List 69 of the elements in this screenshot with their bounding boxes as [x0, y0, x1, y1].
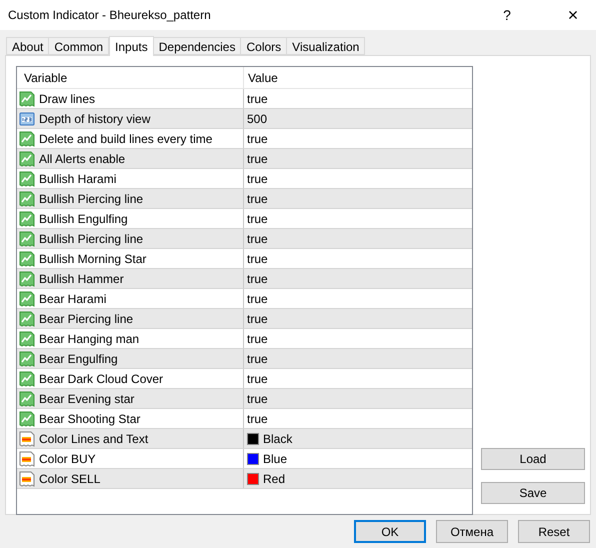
variable-name: Bear Evening star	[39, 390, 134, 408]
variable-name: Bear Hanging man	[39, 330, 140, 348]
chart-icon	[19, 270, 35, 286]
variable-name: Bear Harami	[39, 290, 106, 308]
value-cell[interactable]: true	[247, 330, 268, 348]
variable-name: Bullish Harami	[39, 170, 116, 188]
variable-name: Bear Shooting Star	[39, 410, 140, 428]
tab[interactable]: About	[6, 37, 50, 55]
variable-name: Draw lines	[39, 90, 96, 108]
value-cell[interactable]: true	[247, 250, 268, 268]
variable-name: Color BUY	[39, 450, 96, 468]
variable-name: Bullish Morning Star	[39, 250, 146, 268]
close-button[interactable]: ×	[550, 0, 596, 30]
palette-icon	[19, 470, 35, 486]
window-title: Custom Indicator - Bheurekso_pattern	[8, 7, 212, 24]
tab[interactable]: Inputs	[109, 36, 154, 56]
value-cell[interactable]: true	[247, 210, 268, 228]
value-cell[interactable]: true	[247, 270, 268, 288]
chart-icon	[19, 190, 35, 206]
chart-icon	[19, 350, 35, 366]
variable-name: Bear Piercing line	[39, 310, 134, 328]
tab[interactable]: Visualization	[286, 37, 366, 55]
number-icon	[19, 110, 35, 126]
value-cell[interactable]: true	[247, 370, 268, 388]
value-cell[interactable]: true	[247, 230, 268, 248]
value-cell[interactable]: true	[247, 350, 268, 368]
variable-name: Bullish Engulfing	[39, 210, 128, 228]
value-cell[interactable]: Black	[263, 430, 292, 448]
chart-icon	[19, 150, 35, 166]
variable-name: Depth of history view	[39, 110, 150, 128]
value-cell[interactable]: true	[247, 390, 268, 408]
cancel-button[interactable]: Отмена	[436, 520, 508, 543]
value-cell[interactable]: true	[247, 150, 268, 168]
value-cell[interactable]: true	[247, 190, 268, 208]
value-cell[interactable]: true	[247, 410, 268, 428]
palette-icon	[19, 430, 35, 446]
variable-name: Bullish Piercing line	[39, 190, 144, 208]
chart-icon	[19, 390, 35, 406]
variable-name: Bullish Piercing line	[39, 230, 144, 248]
save-button[interactable]: Save	[481, 482, 585, 504]
help-button[interactable]: ?	[484, 0, 530, 30]
tab[interactable]: Common	[48, 37, 110, 55]
color-swatch[interactable]	[247, 432, 259, 444]
value-cell[interactable]: 500	[247, 110, 268, 128]
variable-name: Delete and build lines every time	[39, 130, 212, 148]
ok-button[interactable]: OK	[354, 520, 426, 543]
color-swatch[interactable]	[247, 452, 259, 464]
value-cell[interactable]: true	[247, 130, 268, 148]
value-cell[interactable]: true	[247, 290, 268, 308]
variable-name: All Alerts enable	[39, 150, 126, 168]
tab[interactable]: Colors	[240, 37, 288, 55]
column-header[interactable]: Variable	[17, 67, 244, 88]
variable-name: Color SELL	[39, 470, 100, 488]
variable-name: Bullish Hammer	[39, 270, 124, 288]
value-cell[interactable]: true	[247, 90, 268, 108]
variable-name: Bear Engulfing	[39, 350, 118, 368]
reset-button[interactable]: Reset	[518, 520, 590, 543]
chart-icon	[19, 230, 35, 246]
tab[interactable]: Dependencies	[152, 37, 242, 55]
variable-name: Color Lines and Text	[39, 430, 148, 448]
column-header[interactable]: Value	[244, 68, 278, 86]
value-cell[interactable]: true	[247, 310, 268, 328]
chart-icon	[19, 310, 35, 326]
variable-name: Bear Dark Cloud Cover	[39, 370, 164, 388]
value-cell[interactable]: Red	[263, 470, 286, 488]
color-swatch[interactable]	[247, 472, 259, 484]
value-cell[interactable]: Blue	[263, 450, 288, 468]
value-cell[interactable]: true	[247, 170, 268, 188]
load-button[interactable]: Load	[481, 448, 585, 470]
